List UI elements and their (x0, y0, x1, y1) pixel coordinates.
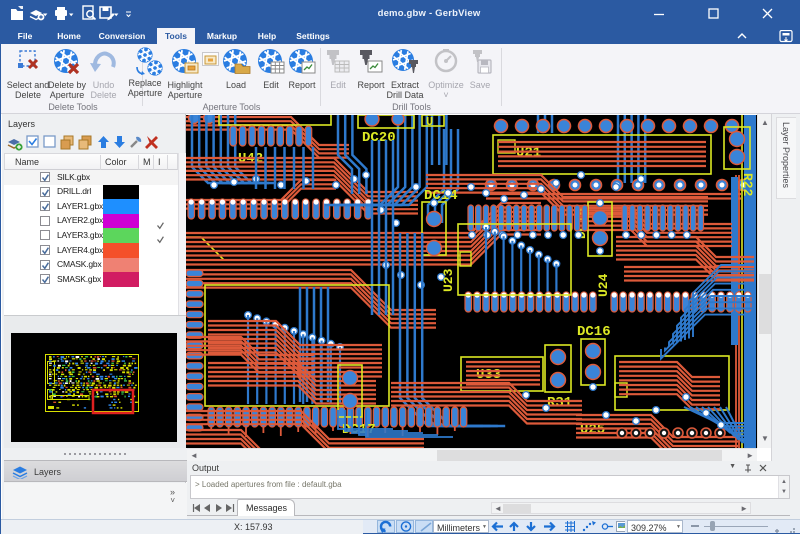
svg-text:U24: U24 (596, 273, 611, 297)
svg-text:R31: R31 (547, 395, 572, 411)
svg-text:DC16: DC16 (577, 324, 611, 340)
svg-text:U: U (426, 115, 433, 129)
svg-text:U23: U23 (441, 268, 456, 292)
svg-text:R22: R22 (740, 173, 755, 197)
